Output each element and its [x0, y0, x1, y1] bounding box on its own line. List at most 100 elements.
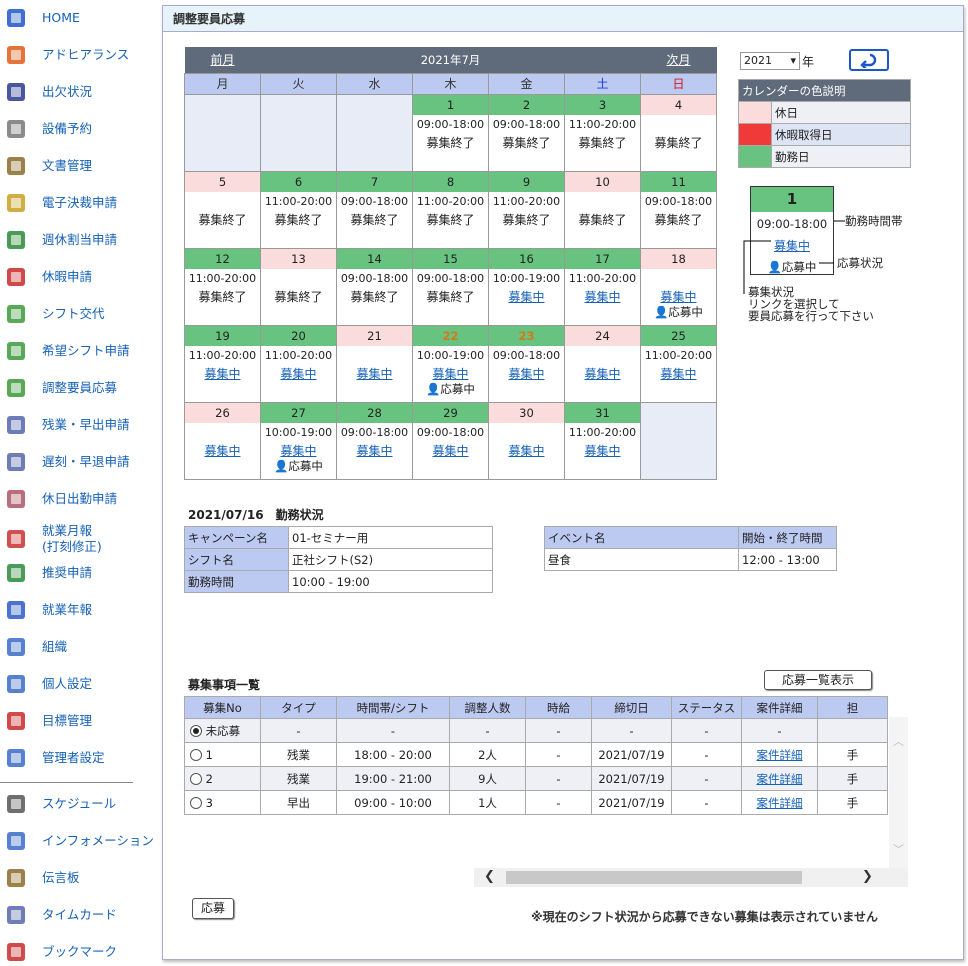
clock-icon — [3, 791, 29, 817]
recruit-status: 募集終了 — [274, 213, 323, 227]
recruit-wage: - — [525, 766, 592, 791]
sidebar-item-22[interactable]: インフォメーション — [0, 824, 158, 858]
calendar-day[interactable]: 21 募集中 — [336, 325, 413, 403]
recruit-detail-link[interactable]: 案件詳細 — [757, 772, 803, 786]
sidebar-item-8[interactable]: シフト交代 — [0, 297, 158, 331]
recruiting-link[interactable]: 募集中 — [261, 443, 336, 459]
calendar-day[interactable]: 25 11:00-20:00 募集中 — [640, 325, 717, 403]
applicant-icon: 👤 — [274, 459, 289, 473]
legend-label: 休日 — [771, 101, 911, 124]
day-shift-time: 09:00-18:00 — [416, 426, 485, 439]
sidebar-item-13[interactable]: 休日出勤申請 — [0, 482, 158, 516]
recruit-list: 募集No タイプ 時間帯/シフト 調整人数 時給 締切日 ステータス 案件詳細担 未応募 - - -… — [184, 696, 908, 886]
calendar-day[interactable]: 16 10:00-19:00 募集中 — [488, 248, 565, 326]
recruit-no: 未応募 — [205, 723, 241, 738]
recruit-detail-link[interactable]: 案件詳細 — [757, 748, 803, 762]
sidebar-item-12[interactable]: 遅刻・早退申請 — [0, 445, 158, 479]
next-month-link[interactable]: 次月 — [666, 53, 690, 67]
calendar-day[interactable]: 27 10:00-19:00 募集中 👤応募中 — [260, 402, 337, 480]
recruiting-link[interactable]: 募集中 — [489, 366, 564, 382]
recruiting-link[interactable]: 募集中 — [641, 366, 716, 382]
sidebar-item-6[interactable]: 週休割当申請 — [0, 223, 158, 257]
return-button[interactable] — [849, 49, 889, 71]
sidebar-item-19[interactable]: 目標管理 — [0, 704, 158, 738]
calendar-day[interactable]: 19 11:00-20:00 募集中 — [184, 325, 261, 403]
sidebar-item-4[interactable]: 文書管理 — [0, 149, 158, 183]
sidebar-item-2[interactable]: 出欠状況 — [0, 75, 158, 109]
scroll-right-icon[interactable]: ❯ — [862, 869, 873, 884]
sidebar-item-9[interactable]: 希望シフト申請 — [0, 334, 158, 368]
sidebar-item-15[interactable]: 推奨申請 — [0, 556, 158, 590]
sidebar-item-11[interactable]: 残業・早出申請 — [0, 408, 158, 442]
recruiting-link[interactable]: 募集中 — [337, 443, 412, 459]
day-shift-time: 09:00-18:00 — [340, 195, 409, 208]
recruit-time: 19:00 - 21:00 — [336, 766, 450, 791]
calendar-day[interactable]: 18 募集中 👤応募中 — [640, 248, 717, 326]
calendar-day[interactable]: 30 募集中 — [488, 402, 565, 480]
calendar-day[interactable]: 20 11:00-20:00 募集中 — [260, 325, 337, 403]
sidebar-item-24[interactable]: タイムカード — [0, 898, 158, 932]
recruiting-link[interactable]: 募集中 — [641, 289, 716, 305]
sidebar-item-23[interactable]: 伝言板 — [0, 861, 158, 895]
recruit-radio[interactable] — [190, 797, 202, 809]
weekday-label: 火 — [260, 73, 337, 95]
legend-swatch — [738, 123, 772, 146]
recruiting-link[interactable]: 募集中 — [337, 366, 412, 382]
note-bottom-3: 要員応募を行って下さい — [748, 309, 874, 323]
sidebar-item-20[interactable]: 管理者設定 — [0, 741, 158, 775]
sidebar-item-7[interactable]: 休暇申請 — [0, 260, 158, 294]
recruiting-link[interactable]: 募集中 — [565, 289, 640, 305]
calendar-day[interactable]: 31 11:00-20:00 募集中 — [564, 402, 641, 480]
calendar-day[interactable]: 23 09:00-18:00 募集中 — [488, 325, 565, 403]
prev-month-link[interactable]: 前月 — [210, 53, 234, 67]
recruit-wage: - — [525, 742, 592, 767]
calendar-day[interactable]: 22 10:00-19:00 募集中 👤応募中 — [412, 325, 489, 403]
event-table: イベント名 開始・終了時間 昼食 12:00 - 13:00 — [544, 526, 837, 571]
recruit-radio[interactable] — [190, 773, 202, 785]
sidebar-item-1[interactable]: アドヒアランス — [0, 38, 158, 72]
recruit-radio[interactable] — [190, 749, 202, 761]
recruit-detail-link[interactable]: 案件詳細 — [757, 796, 803, 810]
recruiting-link[interactable]: 募集中 — [185, 366, 260, 382]
day-number: 22 — [413, 326, 488, 346]
sidebar-item-21[interactable]: スケジュール — [0, 787, 158, 821]
recruit-radio[interactable] — [190, 725, 202, 737]
scroll-thumb[interactable] — [506, 871, 802, 884]
year-select[interactable]: 2021 — [740, 52, 800, 70]
sidebar-item-0[interactable]: HOME — [0, 1, 158, 35]
calendar-day[interactable]: 28 09:00-18:00 募集中 — [336, 402, 413, 480]
sidebar-item-25[interactable]: ブックマーク — [0, 935, 158, 966]
recruiting-link[interactable]: 募集中 — [413, 443, 488, 459]
sidebar-item-16[interactable]: 就業年報 — [0, 593, 158, 627]
calendar-day[interactable]: 17 11:00-20:00 募集中 — [564, 248, 641, 326]
recruiting-link[interactable]: 募集中 — [565, 366, 640, 382]
vertical-scrollbar[interactable]: ︿ ﹀ — [889, 717, 908, 869]
event-name: 昼食 — [544, 548, 739, 571]
recruiting-link[interactable]: 募集中 — [261, 366, 336, 382]
horizontal-scrollbar[interactable]: ❮ ❯ — [474, 868, 908, 887]
recruiting-link[interactable]: 募集中 — [565, 443, 640, 459]
sidebar-divider — [0, 782, 133, 783]
sidebar-item-18[interactable]: 個人設定 — [0, 667, 158, 701]
scroll-up-icon[interactable]: ︿ — [893, 733, 904, 749]
recruit-status: 募集終了 — [426, 290, 475, 304]
sidebar-item-3[interactable]: 設備予約 — [0, 112, 158, 146]
sidebar-item-10[interactable]: 調整要員応募 — [0, 371, 158, 405]
calendar-day[interactable]: 29 09:00-18:00 募集中 — [412, 402, 489, 480]
briefcase-icon — [3, 301, 29, 327]
apply-list-button[interactable]: 応募一覧表示 — [764, 670, 872, 690]
scroll-left-icon[interactable]: ❮ — [484, 869, 495, 884]
sidebar-item-14[interactable]: 就業月報 (打刻修正) — [0, 522, 158, 556]
calendar-day[interactable]: 26 募集中 — [184, 402, 261, 480]
recruiting-link[interactable]: 募集中 — [489, 443, 564, 459]
sidebar-item-label: インフォメーション — [42, 833, 154, 848]
recruiting-link[interactable]: 募集中 — [185, 443, 260, 459]
recruiting-link[interactable]: 募集中 — [413, 366, 488, 382]
calendar-day[interactable]: 24 募集中 — [564, 325, 641, 403]
recruiting-link[interactable]: 募集中 — [489, 289, 564, 305]
sidebar-item-5[interactable]: 電子決裁申請 — [0, 186, 158, 220]
apply-button[interactable]: 応募 — [192, 898, 234, 919]
day-shift-time: 11:00-20:00 — [416, 195, 485, 208]
sidebar-item-17[interactable]: 組織 — [0, 630, 158, 664]
scroll-down-icon[interactable]: ﹀ — [893, 841, 904, 857]
